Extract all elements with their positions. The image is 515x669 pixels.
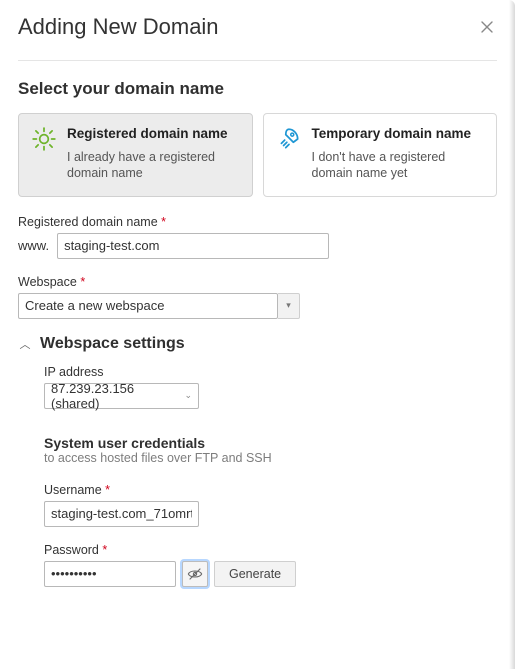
credentials-help: to access hosted files over FTP and SSH [44,451,497,465]
domain-type-cards: Registered domain name I already have a … [18,113,497,197]
required-asterisk: * [102,543,107,557]
ip-select[interactable]: 87.239.23.156 (shared) ⌄ [44,383,199,409]
dialog-header: Adding New Domain [18,14,497,61]
select-value: 87.239.23.156 (shared) [51,381,184,411]
webspace-field: Webspace * Create a new webspace ▾ [18,275,497,319]
required-asterisk: * [161,215,166,229]
card-registered-domain[interactable]: Registered domain name I already have a … [18,113,253,197]
dialog-right-edge [509,0,515,669]
webspace-settings-toggle[interactable]: ︿ Webspace settings [18,335,497,353]
card-text: I don't have a registered domain name ye… [312,149,485,182]
card-text: I already have a registered domain name [67,149,240,182]
label-text: Webspace [18,275,77,289]
rocket-icon [276,126,302,152]
field-label: Webspace * [18,275,497,289]
chevron-down-icon: ⌄ [184,390,192,401]
card-title: Temporary domain name [312,126,485,141]
close-icon[interactable] [477,17,497,37]
required-asterisk: * [80,275,85,289]
field-label: Registered domain name * [18,215,497,229]
ip-label: IP address [44,365,497,379]
label-text: Password [44,543,99,557]
label-text: Registered domain name [18,215,158,229]
section-title: Select your domain name [18,79,497,99]
registered-domain-field: Registered domain name * www. [18,215,497,259]
domain-input[interactable] [57,233,329,259]
username-input[interactable] [44,501,199,527]
chevron-down-icon[interactable]: ▾ [278,293,300,319]
password-label: Password * [44,543,497,557]
toggle-visibility-icon[interactable] [182,561,208,587]
required-asterisk: * [105,483,110,497]
username-label: Username * [44,483,497,497]
webspace-settings-body: IP address 87.239.23.156 (shared) ⌄ Syst… [44,365,497,587]
select-value: Create a new webspace [25,298,164,313]
badge-icon [31,126,57,152]
webspace-select[interactable]: Create a new webspace [18,293,278,319]
card-temporary-domain[interactable]: Temporary domain name I don't have a reg… [263,113,498,197]
credentials-heading: System user credentials [44,435,497,451]
button-label: Generate [229,567,281,581]
label-text: Username [44,483,102,497]
dialog-title: Adding New Domain [18,14,219,40]
card-title: Registered domain name [67,126,240,141]
collapsible-title: Webspace settings [40,335,185,353]
password-input[interactable] [44,561,176,587]
chevron-up-icon: ︿ [18,336,32,352]
generate-button[interactable]: Generate [214,561,296,587]
www-prefix: www. [18,238,51,253]
add-domain-dialog: Adding New Domain Select your domain nam… [0,0,515,621]
